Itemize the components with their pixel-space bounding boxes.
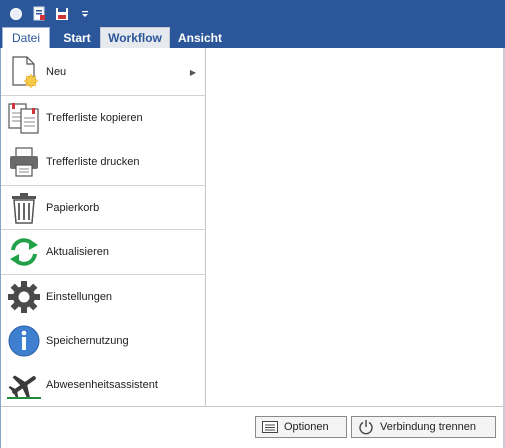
backstage-content-pane	[206, 48, 503, 406]
menu-item-label: Abwesenheitsassistent	[46, 379, 158, 391]
menu-item-papierkorb[interactable]: Papierkorb	[1, 186, 206, 230]
menu-item-trefferliste-kopieren[interactable]: Trefferliste kopieren	[1, 96, 206, 140]
refresh-icon	[7, 235, 41, 269]
app-orb-icon[interactable]	[6, 4, 26, 24]
disconnect-button[interactable]: Verbindung trennen	[351, 416, 496, 438]
selection-indicator	[7, 397, 41, 399]
power-icon	[352, 419, 380, 435]
tab-datei[interactable]: Datei	[2, 27, 50, 48]
quick-access-toolbar	[0, 0, 505, 27]
new-document-icon[interactable]	[29, 4, 49, 24]
menu-item-label: Trefferliste kopieren	[46, 112, 143, 124]
options-button[interactable]: Optionen	[255, 416, 347, 438]
info-icon	[7, 324, 41, 358]
tab-workflow[interactable]: Workflow	[100, 27, 170, 48]
options-icon	[256, 421, 284, 433]
menu-item-aktualisieren[interactable]: Aktualisieren	[1, 230, 206, 274]
menu-item-label: Neu	[46, 66, 67, 78]
ribbon-tab-row: Datei Start Workflow Ansicht	[0, 27, 505, 48]
backstage-view: Neu ▶ Trefferliste kopieren Trefferliste…	[0, 48, 503, 448]
printer-icon	[7, 145, 41, 179]
disconnect-label: Verbindung trennen	[380, 421, 477, 433]
backstage-menu: Neu ▶ Trefferliste kopieren Trefferliste…	[1, 48, 206, 406]
menu-item-abwesenheitsassistent[interactable]: Abwesenheitsassistent	[1, 363, 206, 407]
gear-icon	[7, 280, 41, 314]
save-icon[interactable]	[52, 4, 72, 24]
tab-start[interactable]: Start	[56, 27, 98, 48]
menu-item-speichernutzung[interactable]: Speichernutzung	[1, 319, 206, 363]
menu-item-label: Einstellungen	[46, 291, 113, 303]
menu-item-label: Papierkorb	[46, 202, 100, 214]
trash-icon	[7, 191, 41, 225]
menu-item-einstellungen[interactable]: Einstellungen	[1, 275, 206, 319]
copy-icon	[7, 101, 41, 135]
tab-ansicht[interactable]: Ansicht	[172, 27, 228, 48]
menu-item-neu[interactable]: Neu ▶	[1, 50, 206, 94]
chevron-right-icon: ▶	[189, 67, 196, 77]
menu-item-label: Trefferliste drucken	[46, 156, 140, 168]
menu-item-label: Aktualisieren	[46, 246, 109, 258]
backstage-footer: Optionen Verbindung trennen	[1, 406, 503, 448]
menu-item-trefferliste-drucken[interactable]: Trefferliste drucken	[1, 140, 206, 184]
customize-dropdown-icon[interactable]	[75, 4, 95, 24]
menu-item-label: Speichernutzung	[46, 335, 129, 347]
options-label: Optionen	[284, 421, 329, 433]
new-document-icon	[7, 55, 41, 89]
